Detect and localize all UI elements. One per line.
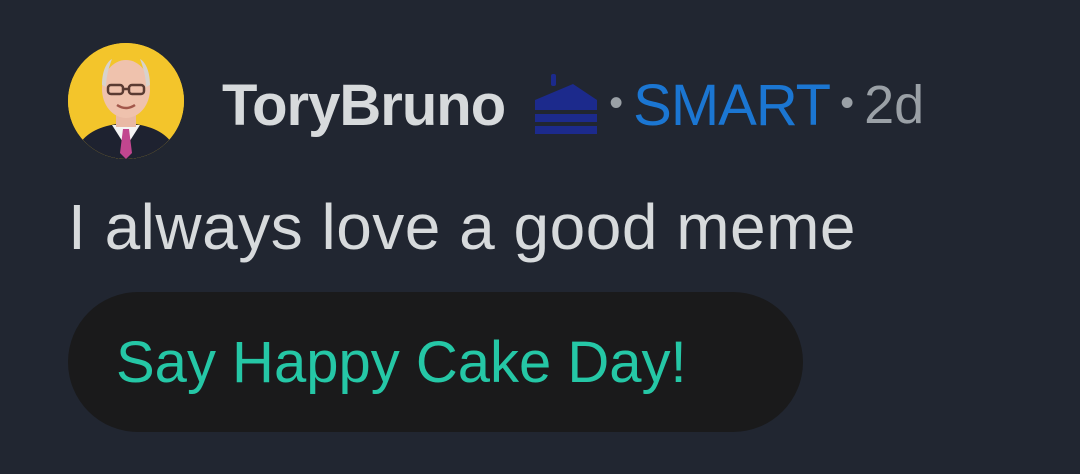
cake-day-button-label: Say Happy Cake Day! [116,329,687,395]
user-flair: SMART [633,72,831,138]
separator-dot: • [840,80,855,125]
cake-icon [533,74,599,136]
separator-dot: • [609,80,624,125]
comment-age: 2d [864,75,925,135]
author-username[interactable]: ToryBruno [222,72,506,139]
user-avatar[interactable] [68,43,184,159]
say-happy-cake-day-button[interactable]: Say Happy Cake Day! [68,292,803,432]
avatar-portrait [68,43,184,159]
comment-meta: ToryBruno • SMART • 2d [222,60,924,150]
comment-card: ToryBruno • SMART • 2d I always love a g… [0,0,1080,474]
comment-body: I always love a good meme [68,191,856,263]
